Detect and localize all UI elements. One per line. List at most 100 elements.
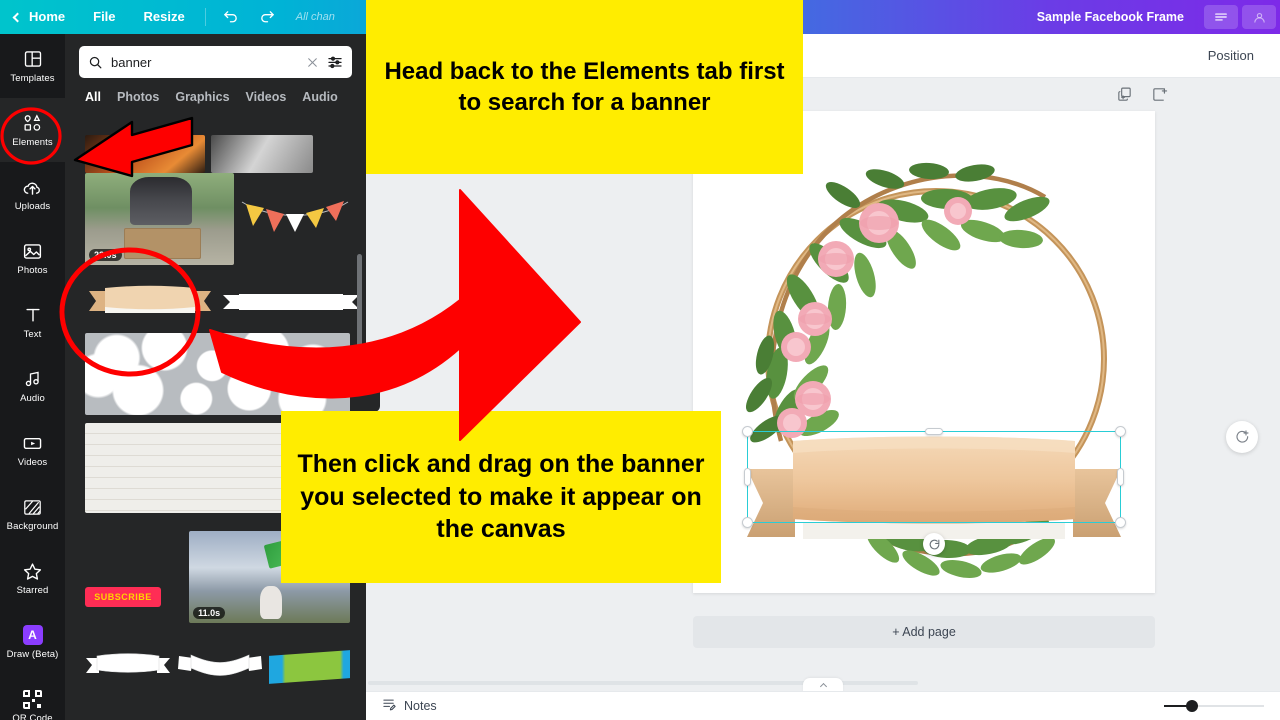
uploads-icon (22, 176, 44, 198)
background-icon (22, 496, 44, 518)
canvas-page[interactable] (693, 111, 1155, 593)
file-menu-button[interactable]: File (79, 0, 129, 34)
sidebar-item-label: Draw (Beta) (6, 649, 59, 661)
result-row (65, 629, 366, 688)
panel-collapse-handle-container (366, 678, 1280, 692)
position-button[interactable]: Position (1196, 42, 1266, 69)
sidebar-item-text[interactable]: Text (0, 290, 65, 354)
zoom-track[interactable] (1164, 700, 1264, 712)
result-thumbnail-curved-banner[interactable] (177, 651, 263, 682)
instruction-callout-bottom: Then click and drag on the banner you se… (281, 411, 721, 583)
resize-label: Resize (143, 9, 185, 24)
photos-icon (22, 240, 44, 262)
canva-editor-window: Home File Resize All chan Sample Faceboo… (0, 0, 1280, 720)
sidebar-item-templates[interactable]: Templates (0, 34, 65, 98)
duplicate-page-icon[interactable] (1116, 86, 1133, 103)
templates-icon (22, 48, 44, 70)
sidebar-item-label: Videos (17, 457, 48, 469)
zoom-knob[interactable] (1186, 700, 1198, 712)
tab-audio[interactable]: Audio (302, 90, 337, 104)
result-thumbnail[interactable] (211, 135, 313, 173)
sidebar-item-background[interactable]: Background (0, 482, 65, 546)
resize-handle-top-right[interactable] (1115, 426, 1126, 437)
videos-icon (22, 432, 44, 454)
panel-scrollbar[interactable] (357, 254, 362, 364)
sidebar-item-starred[interactable]: Starred (0, 546, 65, 610)
notes-button[interactable]: Notes (382, 697, 437, 715)
document-title[interactable]: Sample Facebook Frame (1037, 10, 1200, 24)
add-page-button[interactable]: + Add page (693, 616, 1155, 648)
result-row: 23.0s (65, 173, 366, 271)
avatar[interactable] (1242, 5, 1276, 29)
resize-handle-right-middle[interactable] (1117, 468, 1124, 486)
resize-handle-top-left[interactable] (742, 426, 753, 437)
result-thumbnail-bunting[interactable] (240, 173, 350, 265)
result-thumbnail-video[interactable]: 23.0s (85, 173, 234, 265)
tab-photos[interactable]: Photos (117, 90, 159, 104)
result-thumbnail[interactable] (85, 333, 350, 415)
result-thumbnail-white-ribbon[interactable] (221, 285, 361, 319)
sidebar-item-audio[interactable]: Audio (0, 354, 65, 418)
sidebar-item-label: Text (23, 329, 42, 341)
tab-all[interactable]: All (85, 90, 101, 104)
search-value[interactable]: banner (111, 55, 298, 70)
elements-icon (22, 112, 44, 134)
tab-graphics[interactable]: Graphics (175, 90, 229, 104)
sidebar-item-qr-code[interactable]: QR Code (0, 674, 65, 720)
redo-button[interactable] (249, 0, 286, 34)
search-input[interactable]: banner (79, 46, 352, 78)
notes-icon (382, 697, 397, 715)
video-duration-badge: 23.0s (89, 249, 122, 261)
sidebar-item-elements[interactable]: Elements (0, 98, 65, 162)
home-label: Home (29, 9, 66, 24)
resize-button[interactable]: Resize (130, 0, 199, 34)
panel-tabs: All Photos Graphics Videos Audio (65, 84, 366, 112)
search-icon (88, 55, 103, 70)
resize-handle-bottom-left[interactable] (742, 517, 753, 528)
sidebar-item-uploads[interactable]: Uploads (0, 162, 65, 226)
selection-box[interactable] (742, 426, 1126, 555)
bottom-bar: Notes (366, 691, 1280, 720)
collapse-timeline-button[interactable] (803, 678, 843, 692)
top-toolbar-left: Home File Resize All chan (0, 0, 368, 34)
star-icon (22, 560, 44, 582)
zoom-slider[interactable] (1164, 700, 1264, 712)
undo-button[interactable] (212, 0, 249, 34)
home-button[interactable]: Home (0, 0, 79, 34)
page-tools (1116, 86, 1168, 103)
result-thumbnail-tan-banner[interactable] (85, 285, 215, 319)
result-thumbnail[interactable] (85, 135, 205, 173)
chevron-up-icon (819, 682, 827, 690)
draw-icon: A (22, 624, 44, 646)
close-icon[interactable] (306, 56, 319, 69)
add-page-icon[interactable] (1151, 86, 1168, 103)
add-comment-button[interactable] (1226, 421, 1258, 453)
filter-icon[interactable] (327, 54, 343, 70)
search-container: banner (65, 34, 366, 84)
result-row (65, 135, 366, 173)
sidebar-item-label: Starred (16, 585, 49, 597)
draw-badge: A (22, 625, 43, 646)
rotate-handle[interactable] (923, 533, 945, 555)
toolbar-divider (204, 8, 206, 26)
result-thumbnail[interactable] (269, 649, 350, 684)
sidebar-item-videos[interactable]: Videos (0, 418, 65, 482)
result-thumbnail-white-banner[interactable] (85, 651, 171, 682)
collapse-panel-button[interactable] (366, 348, 380, 412)
video-duration-badge: 11.0s (193, 607, 226, 619)
save-status-label: All chan (295, 11, 335, 23)
result-thumbnail-subscribe[interactable]: SUBSCRIBE (85, 587, 162, 607)
result-row (65, 271, 366, 325)
file-label: File (93, 9, 116, 24)
sidebar-item-draw[interactable]: A Draw (Beta) (0, 610, 65, 674)
resize-handle-bottom-right[interactable] (1115, 517, 1126, 528)
tab-videos[interactable]: Videos (246, 90, 287, 104)
sidebar-item-photos[interactable]: Photos (0, 226, 65, 290)
resize-handle-left-middle[interactable] (744, 468, 751, 486)
notes-label: Notes (404, 699, 437, 713)
resize-handle-top-middle[interactable] (925, 428, 943, 435)
share-button[interactable] (1204, 5, 1238, 29)
instruction-callout-top: Head back to the Elements tab first to s… (366, 0, 803, 174)
sidebar-item-label: Uploads (14, 201, 51, 213)
result-row (65, 325, 366, 421)
